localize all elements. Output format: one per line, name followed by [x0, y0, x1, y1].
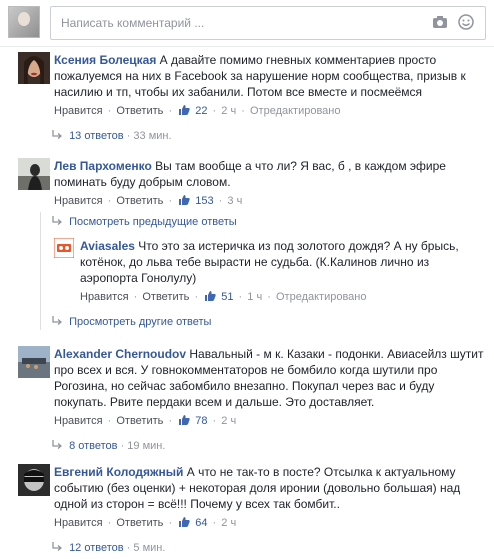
like-link[interactable]: Нравится [54, 517, 105, 529]
reply-arrow-icon [52, 216, 62, 225]
smiley-icon[interactable] [458, 14, 474, 30]
edited-label[interactable]: Отредактировано [276, 291, 367, 303]
view-replies[interactable]: 8 ответов · 19 мин. [52, 440, 165, 452]
like-count-icon [179, 195, 190, 205]
view-replies[interactable]: 12 ответов · 5 мин. [52, 542, 165, 554]
comment-actions: Нравится · Ответить · 78 · 2 ч [54, 415, 237, 427]
like-link[interactable]: Нравится [54, 105, 105, 117]
comment-actions: Нравится · Ответить · 51 · 1 ч · Отредак… [80, 291, 367, 303]
like-count[interactable]: 51 [221, 291, 233, 303]
avatar[interactable] [18, 52, 50, 84]
user-avatar [8, 6, 40, 38]
avatar[interactable] [18, 346, 50, 378]
comment-actions: Нравится · Ответить · 153 · 3 ч [54, 195, 243, 207]
comment-author[interactable]: Alexander Chernoudov [54, 347, 186, 361]
like-count-icon [179, 105, 190, 115]
reply-link[interactable]: Ответить [142, 291, 191, 303]
like-count-icon [179, 415, 190, 425]
edited-label[interactable]: Отредактировано [250, 105, 341, 117]
like-count[interactable]: 78 [195, 415, 207, 427]
comment-time[interactable]: 2 ч [221, 105, 236, 117]
replies-time: 5 мин. [133, 542, 166, 554]
avatar[interactable] [54, 238, 74, 258]
comment-author[interactable]: Aviasales [80, 239, 135, 253]
reply-link[interactable]: Ответить [116, 415, 165, 427]
like-link[interactable]: Нравится [54, 195, 105, 207]
replies-time: 19 мин. [127, 440, 166, 452]
thread-line [40, 212, 41, 330]
avatar[interactable] [18, 464, 50, 496]
reply-arrow-icon [52, 130, 62, 139]
like-count[interactable]: 153 [195, 195, 213, 207]
comment-time[interactable]: 2 ч [221, 415, 236, 427]
reply-arrow-icon [52, 440, 62, 449]
view-previous-replies[interactable]: Посмотреть предыдущие ответы [52, 216, 237, 228]
like-count[interactable]: 64 [195, 517, 207, 529]
reply-link[interactable]: Ответить [116, 105, 165, 117]
replies-time: 33 мин. [133, 130, 172, 142]
reply-link[interactable]: Ответить [116, 517, 165, 529]
view-more-replies[interactable]: Просмотреть другие ответы [52, 316, 211, 328]
divider [0, 46, 494, 47]
comment-author[interactable]: Евгений Колодяжный [54, 465, 183, 479]
reply-arrow-icon [52, 542, 62, 551]
like-count-icon [205, 291, 216, 301]
comment-author[interactable]: Ксения Болецкая [54, 53, 156, 67]
comment-input[interactable]: Написать комментарий ... [50, 6, 486, 40]
comment-author[interactable]: Лев Пархоменко [54, 159, 152, 173]
comment-time[interactable]: 2 ч [221, 517, 236, 529]
comment-actions: Нравится · Ответить · 22 · 2 ч · Отредак… [54, 105, 341, 117]
like-count[interactable]: 22 [195, 105, 207, 117]
comment-time[interactable]: 1 ч [247, 291, 262, 303]
comment-composer: Написать комментарий ... [8, 6, 488, 42]
comment-text: Что это за истеричка из под золотого дож… [80, 239, 459, 285]
like-link[interactable]: Нравится [54, 415, 105, 427]
comment-actions: Нравится · Ответить · 64 · 2 ч [54, 517, 237, 529]
reply-link[interactable]: Ответить [116, 195, 165, 207]
avatar[interactable] [18, 158, 50, 190]
like-count-icon [179, 517, 190, 527]
camera-icon[interactable] [432, 15, 448, 29]
comment-time[interactable]: 3 ч [227, 195, 242, 207]
like-link[interactable]: Нравится [80, 291, 131, 303]
view-replies[interactable]: 13 ответов · 33 мин. [52, 130, 172, 142]
reply-arrow-icon [52, 316, 62, 325]
